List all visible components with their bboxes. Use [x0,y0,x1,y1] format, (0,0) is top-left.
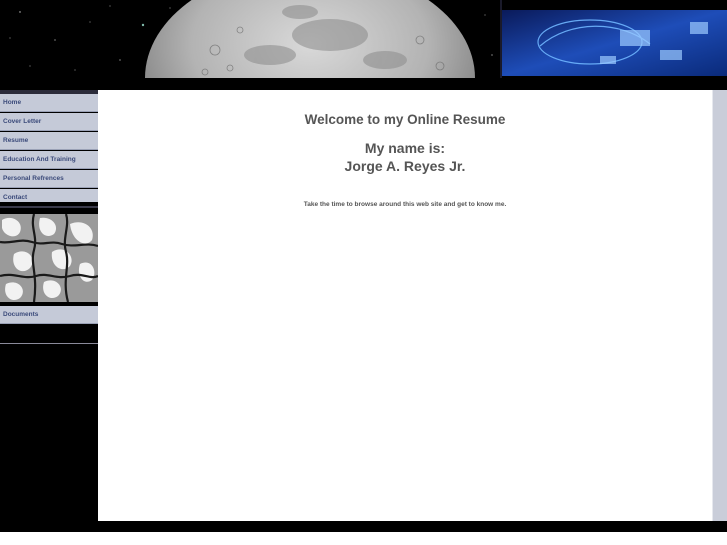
footer-band [0,521,727,532]
welcome-heading: Welcome to my Online Resume [304,112,506,127]
nav-item-documents[interactable]: Documents [0,306,98,324]
right-margin-strip [712,90,727,521]
nav-item-home[interactable]: Home [0,94,98,112]
nav-menu: Home Cover Letter Resume Education And T… [0,94,98,208]
texture-image [0,214,98,302]
nav-item-resume[interactable]: Resume [0,132,98,150]
sidebar-nav: Home Cover Letter Resume Education And T… [0,90,98,520]
nav-item-cover-letter[interactable]: Cover Letter [0,113,98,131]
name-label: My name is: [364,140,446,156]
right-margin-line [712,90,713,521]
header-banner [0,0,727,78]
nav-divider [0,206,98,208]
name-value: Jorge A. Reyes Jr. [344,158,466,174]
footer-blank [0,532,727,545]
intro-text: Take the time to browse around this web … [303,201,507,208]
main-content: Welcome to my Online Resume My name is: … [98,90,712,521]
nav-item-education-and-training[interactable]: Education And Training [0,151,98,169]
nav-item-personal-references[interactable]: Personal Refrences [0,170,98,188]
header-separator [0,78,727,90]
moon-banner-image [0,0,727,78]
nav-bottom-divider [0,343,98,344]
secondary-nav-menu: Documents [0,306,98,325]
